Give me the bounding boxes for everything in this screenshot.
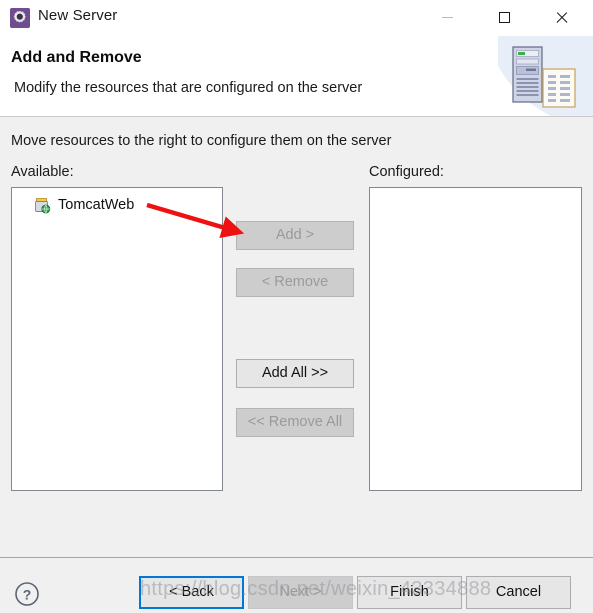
configured-label: Configured: — [369, 164, 444, 180]
title-bar: New Server — [0, 0, 593, 36]
dialog-body: Move resources to the right to configure… — [0, 117, 593, 557]
page-description: Modify the resources that are configured… — [14, 80, 363, 96]
remove-button[interactable]: < Remove — [236, 268, 354, 297]
back-button[interactable]: < Back — [139, 576, 244, 609]
list-item-label: TomcatWeb — [58, 197, 135, 213]
maximize-icon — [498, 11, 510, 23]
server-and-document-icon — [498, 36, 593, 116]
remove-all-button[interactable]: << Remove All — [236, 408, 354, 437]
configured-resources-list[interactable] — [369, 187, 582, 491]
help-icon-glyph: ? — [23, 587, 32, 603]
web-module-icon — [35, 197, 51, 213]
header-art-glyph — [512, 46, 576, 108]
gear-glyph — [13, 10, 26, 23]
available-label: Available: — [11, 164, 74, 180]
available-resources-list[interactable]: TomcatWeb — [11, 187, 223, 491]
instruction-text: Move resources to the right to configure… — [11, 133, 392, 149]
close-icon — [555, 11, 568, 24]
add-button[interactable]: Add > — [236, 221, 354, 250]
server-gear-icon — [10, 8, 30, 28]
list-item[interactable]: TomcatWeb — [34, 195, 134, 215]
page-title: Add and Remove — [11, 49, 142, 66]
minimize-button[interactable] — [424, 0, 470, 34]
finish-button[interactable]: Finish — [357, 576, 462, 609]
help-icon[interactable]: ? — [14, 581, 40, 607]
maximize-button[interactable] — [481, 0, 527, 34]
minimize-icon — [441, 16, 453, 18]
dialog-header: Add and Remove Modify the resources that… — [0, 36, 593, 117]
window-title: New Server — [38, 7, 118, 24]
next-button[interactable]: Next > — [248, 576, 353, 609]
add-all-button[interactable]: Add All >> — [236, 359, 354, 388]
close-button[interactable] — [538, 0, 584, 34]
cancel-button[interactable]: Cancel — [466, 576, 571, 609]
new-server-dialog: New Server Add and Remove Modify the res… — [0, 0, 593, 613]
